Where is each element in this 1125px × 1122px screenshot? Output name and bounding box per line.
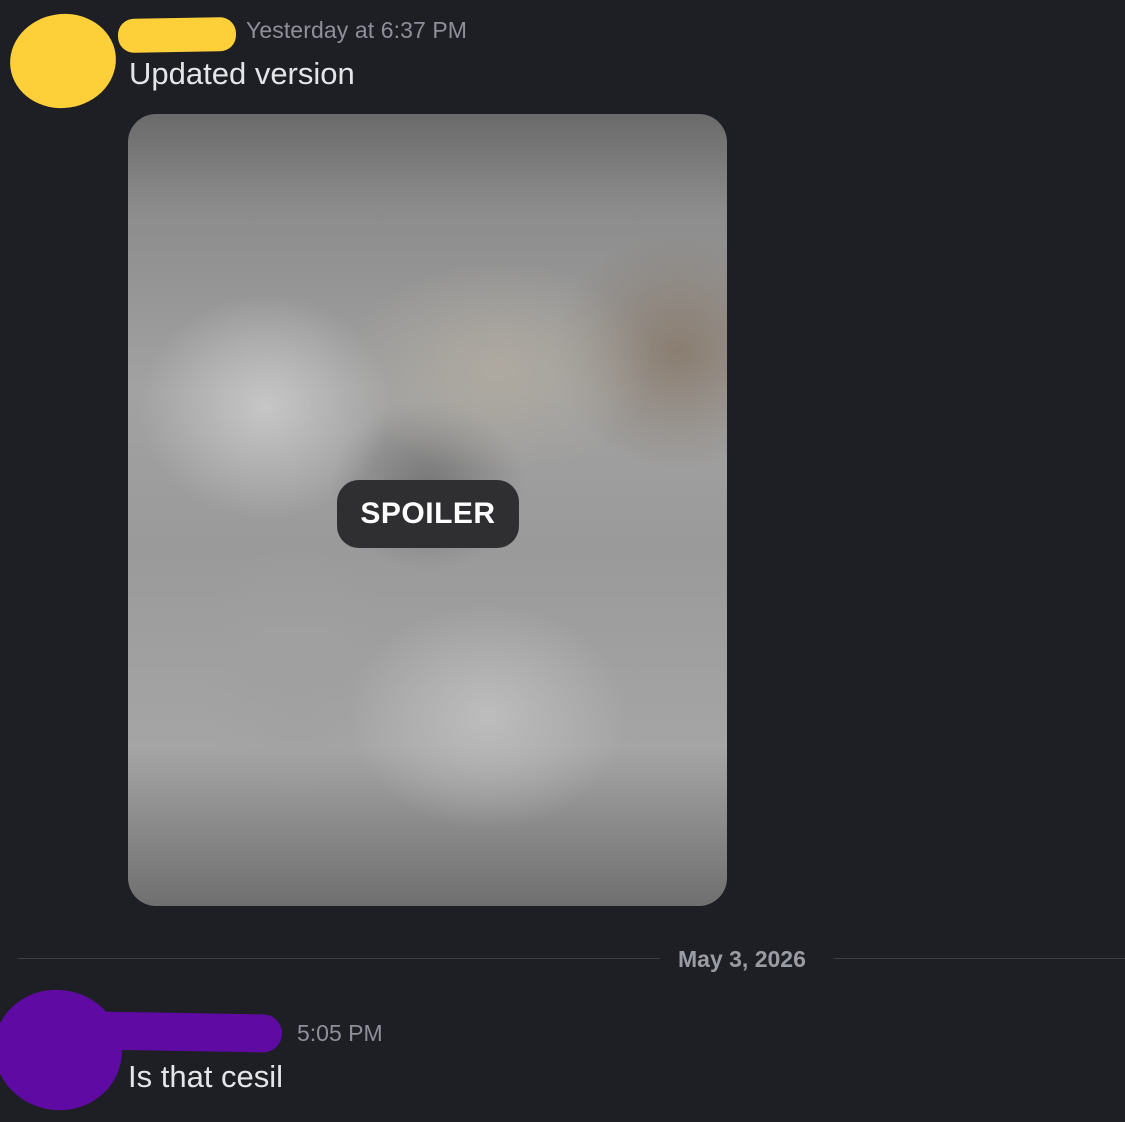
chat-message-list: Yesterday at 6:37 PM Updated version SPO… xyxy=(0,0,1125,1122)
date-divider-label: May 3, 2026 xyxy=(678,946,806,972)
username-redacted[interactable] xyxy=(79,1011,283,1053)
username-redacted[interactable] xyxy=(117,16,237,54)
message-text: Updated version xyxy=(129,56,355,91)
message-text: Is that cesil xyxy=(128,1059,284,1094)
avatar-redacted[interactable] xyxy=(0,978,134,1122)
avatar-redacted[interactable] xyxy=(3,7,123,115)
divider-line xyxy=(18,958,660,959)
divider-line xyxy=(834,958,1125,959)
message-timestamp: Yesterday at 6:37 PM xyxy=(246,17,468,43)
spoiler-image-attachment[interactable]: SPOILER xyxy=(128,114,727,906)
message-timestamp: 5:05 PM xyxy=(297,1020,383,1046)
spoiler-label: SPOILER xyxy=(337,480,519,548)
